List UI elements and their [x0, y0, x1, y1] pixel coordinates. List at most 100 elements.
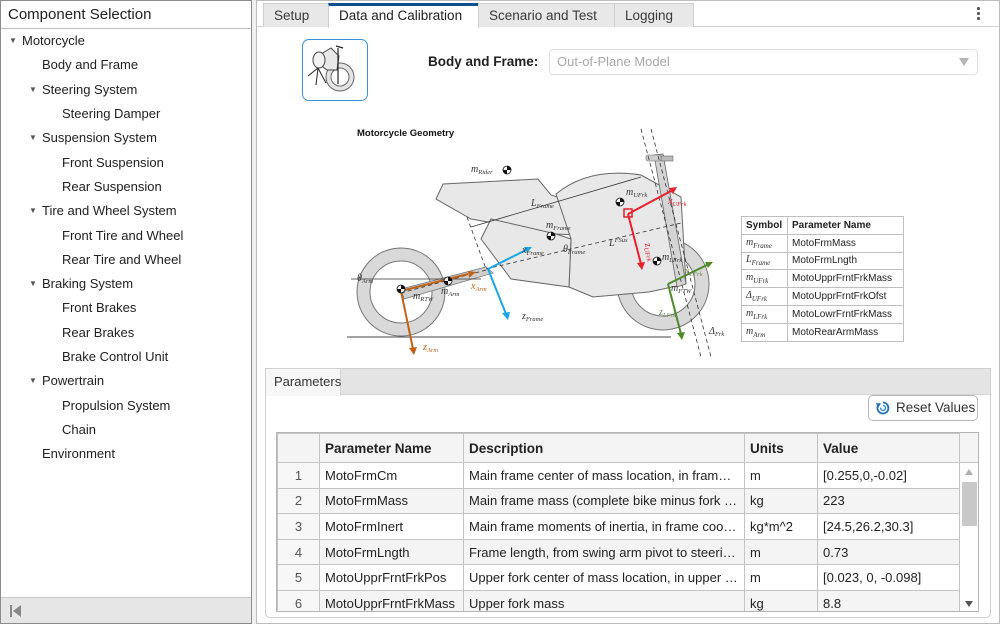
tab-parameters[interactable]: Parameters — [266, 369, 341, 396]
tab-setup[interactable]: Setup — [263, 3, 329, 27]
column-header-units[interactable]: Units — [744, 433, 818, 463]
table-row[interactable]: 6 MotoUpprFrntFrkMass Upper fork mass kg 8.8 — [277, 589, 962, 611]
value-cell[interactable]: 8.8 — [817, 589, 962, 611]
vertical-scrollbar[interactable] — [959, 463, 978, 611]
tree-item-front-suspension[interactable]: Front Suspension — [1, 150, 251, 174]
value-cell[interactable]: [24.5,26.2,30.3] — [817, 513, 962, 540]
tree-item-powertrain[interactable]: ▼ Powertrain — [1, 369, 251, 393]
scroll-thumb[interactable] — [962, 482, 977, 526]
parameters-tab-bar: Parameters — [266, 369, 990, 396]
tree-item-suspension-system[interactable]: ▼ Suspension System — [1, 126, 251, 150]
value-cell[interactable]: [0.023, 0, -0.098] — [817, 564, 962, 591]
tab-logging[interactable]: Logging — [614, 3, 694, 27]
tree-item-braking-system[interactable]: ▼ Braking System — [1, 272, 251, 296]
symbol-table-row: mLFrk MotoLowrFrntFrkMass — [741, 304, 904, 324]
tab-scenario-and-test[interactable]: Scenario and Test — [478, 3, 615, 27]
row-index-cell: 2 — [277, 487, 320, 515]
parameter-name-cell: MotoFrmLngth — [787, 251, 904, 271]
expand-caret-icon[interactable]: ▼ — [28, 272, 38, 296]
scroll-up-icon[interactable] — [965, 469, 973, 475]
symbol-subscript: Frame — [751, 259, 771, 268]
table-row[interactable]: 3 MotoFrmInert Main frame moments of inert… — [277, 513, 962, 540]
value-cell[interactable]: 223 — [817, 487, 962, 515]
units-cell: m — [744, 462, 818, 489]
value-cell[interactable]: 0.73 — [817, 538, 962, 566]
app-window: Component Selection ▼ Motorcycle Body and … — [0, 0, 1000, 624]
tree-item-brake-control-unit[interactable]: Brake Control Unit — [1, 345, 251, 369]
expand-caret-icon[interactable]: ▼ — [28, 78, 38, 102]
tree-item-tire-and-wheel-system[interactable]: ▼ Tire and Wheel System — [1, 199, 251, 223]
column-header-description[interactable]: Description — [463, 433, 745, 463]
reset-icon — [876, 401, 890, 415]
tree-item-label: Rear Suspension — [62, 178, 162, 194]
component-selection-panel: Component Selection ▼ Motorcycle Body and … — [0, 0, 252, 624]
units-cell: kg — [744, 487, 818, 515]
tree-item-rear-brakes[interactable]: Rear Brakes — [1, 321, 251, 345]
label-delta-frk: ΔFrk — [708, 326, 724, 338]
column-header-value[interactable]: Value — [817, 433, 962, 463]
table-row[interactable]: 2 MotoFrmMass Main frame mass (complete bi… — [277, 487, 962, 515]
tree-item-rear-suspension[interactable]: Rear Suspension — [1, 175, 251, 199]
column-header-index[interactable] — [277, 433, 320, 463]
expand-caret-icon[interactable]: ▼ — [8, 29, 18, 53]
tab-data-and-calibration[interactable]: Data and Calibration — [328, 3, 479, 28]
table-row[interactable]: 5 MotoUpprFrntFrkPos Upper fork center of … — [277, 564, 962, 591]
tree-item-label: Suspension System — [42, 130, 157, 146]
tree-item-front-tire-and-wheel[interactable]: Front Tire and Wheel — [1, 223, 251, 247]
description-cell: Upper fork mass — [463, 589, 745, 611]
tree-item-environment[interactable]: Environment — [1, 442, 251, 466]
table-row[interactable]: 1 MotoFrmCm Main frame center of mass loca… — [277, 462, 962, 489]
motorcycle-thumbnail-button[interactable] — [302, 39, 368, 101]
units-cell: m — [744, 538, 818, 566]
panel-footer — [1, 597, 251, 623]
tree-item-rear-tire-and-wheel[interactable]: Rear Tire and Wheel — [1, 248, 251, 272]
panel-title: Component Selection — [1, 1, 251, 29]
symbol-subscript: Frame — [753, 241, 772, 250]
tree-item-chain[interactable]: Chain — [1, 418, 251, 442]
symbol-table: Symbol Parameter Name mFrame MotoFrmMass L… — [741, 216, 904, 342]
symbol-table-row: LFrame MotoFrmLngth — [741, 251, 904, 271]
dropdown-arrow-icon — [959, 58, 969, 66]
row-index-cell: 6 — [277, 589, 320, 611]
body-frame-selected-value: Out-of-Plane Model — [557, 54, 670, 69]
symbol-table-row: mFrame MotoFrmMass — [741, 233, 904, 253]
scroll-down-icon[interactable] — [965, 601, 973, 607]
reset-values-button[interactable]: Reset Values — [868, 395, 978, 421]
table-row[interactable]: 4 MotoFrmLngth Frame length, from swing ar… — [277, 538, 962, 566]
tree-item-body-and-frame[interactable]: Body and Frame — [1, 53, 251, 77]
label-m-rider: mRider — [471, 164, 493, 176]
tree-item-label: Powertrain — [42, 373, 105, 389]
description-cell: Main frame moments of inertia, in frame … — [463, 513, 745, 540]
tree-item-steering-system[interactable]: ▼ Steering System — [1, 78, 251, 102]
value-cell[interactable]: [0.255,0,-0.02] — [817, 462, 962, 489]
tree-item-motorcycle[interactable]: ▼ Motorcycle — [1, 29, 251, 53]
parameter-name-cell: MotoUpprFrntFrkPos — [319, 564, 464, 591]
tree-item-label: Front Tire and Wheel — [62, 227, 184, 243]
symbol-subscript: Arm — [753, 330, 766, 339]
expand-caret-icon[interactable]: ▼ — [28, 369, 38, 393]
tree-item-label: Steering System — [42, 81, 138, 97]
component-tree: ▼ Motorcycle Body and Frame ▼ Steering Syste… — [1, 29, 251, 466]
tab-bar: Setup Data and Calibration Scenario and … — [257, 1, 999, 28]
description-cell: Main frame center of mass location, in f… — [463, 462, 745, 489]
parameter-name-cell: MotoFrmLngth — [319, 538, 464, 566]
expand-caret-icon[interactable]: ▼ — [28, 126, 38, 150]
tree-item-front-brakes[interactable]: Front Brakes — [1, 296, 251, 320]
expand-caret-icon[interactable]: ▼ — [28, 199, 38, 223]
collapse-left-icon[interactable] — [9, 604, 23, 618]
diagram-title: Motorcycle Geometry — [357, 128, 455, 139]
tree-item-label: Front Brakes — [62, 300, 137, 316]
more-options-icon[interactable] — [977, 7, 981, 22]
body-frame-dropdown[interactable]: Out-of-Plane Model — [549, 49, 978, 75]
tree-item-steering-damper[interactable]: Steering Damper — [1, 102, 251, 126]
units-cell: kg*m^2 — [744, 513, 818, 540]
units-cell: kg — [744, 589, 818, 611]
tree-item-label: Propulsion System — [62, 397, 171, 413]
symbol-cell: mUFrk — [741, 269, 788, 289]
column-header-parameter-name[interactable]: Parameter Name — [319, 433, 464, 463]
tree-item-propulsion-system[interactable]: Propulsion System — [1, 393, 251, 417]
parameter-name-cell: MotoUpprFrntFrkMass — [787, 269, 904, 289]
symbol-table-row: mUFrk MotoUpprFrntFrkMass — [741, 269, 904, 289]
symbol-subscript: UFrk — [751, 295, 768, 304]
label-x-arm: xArm — [470, 281, 487, 293]
